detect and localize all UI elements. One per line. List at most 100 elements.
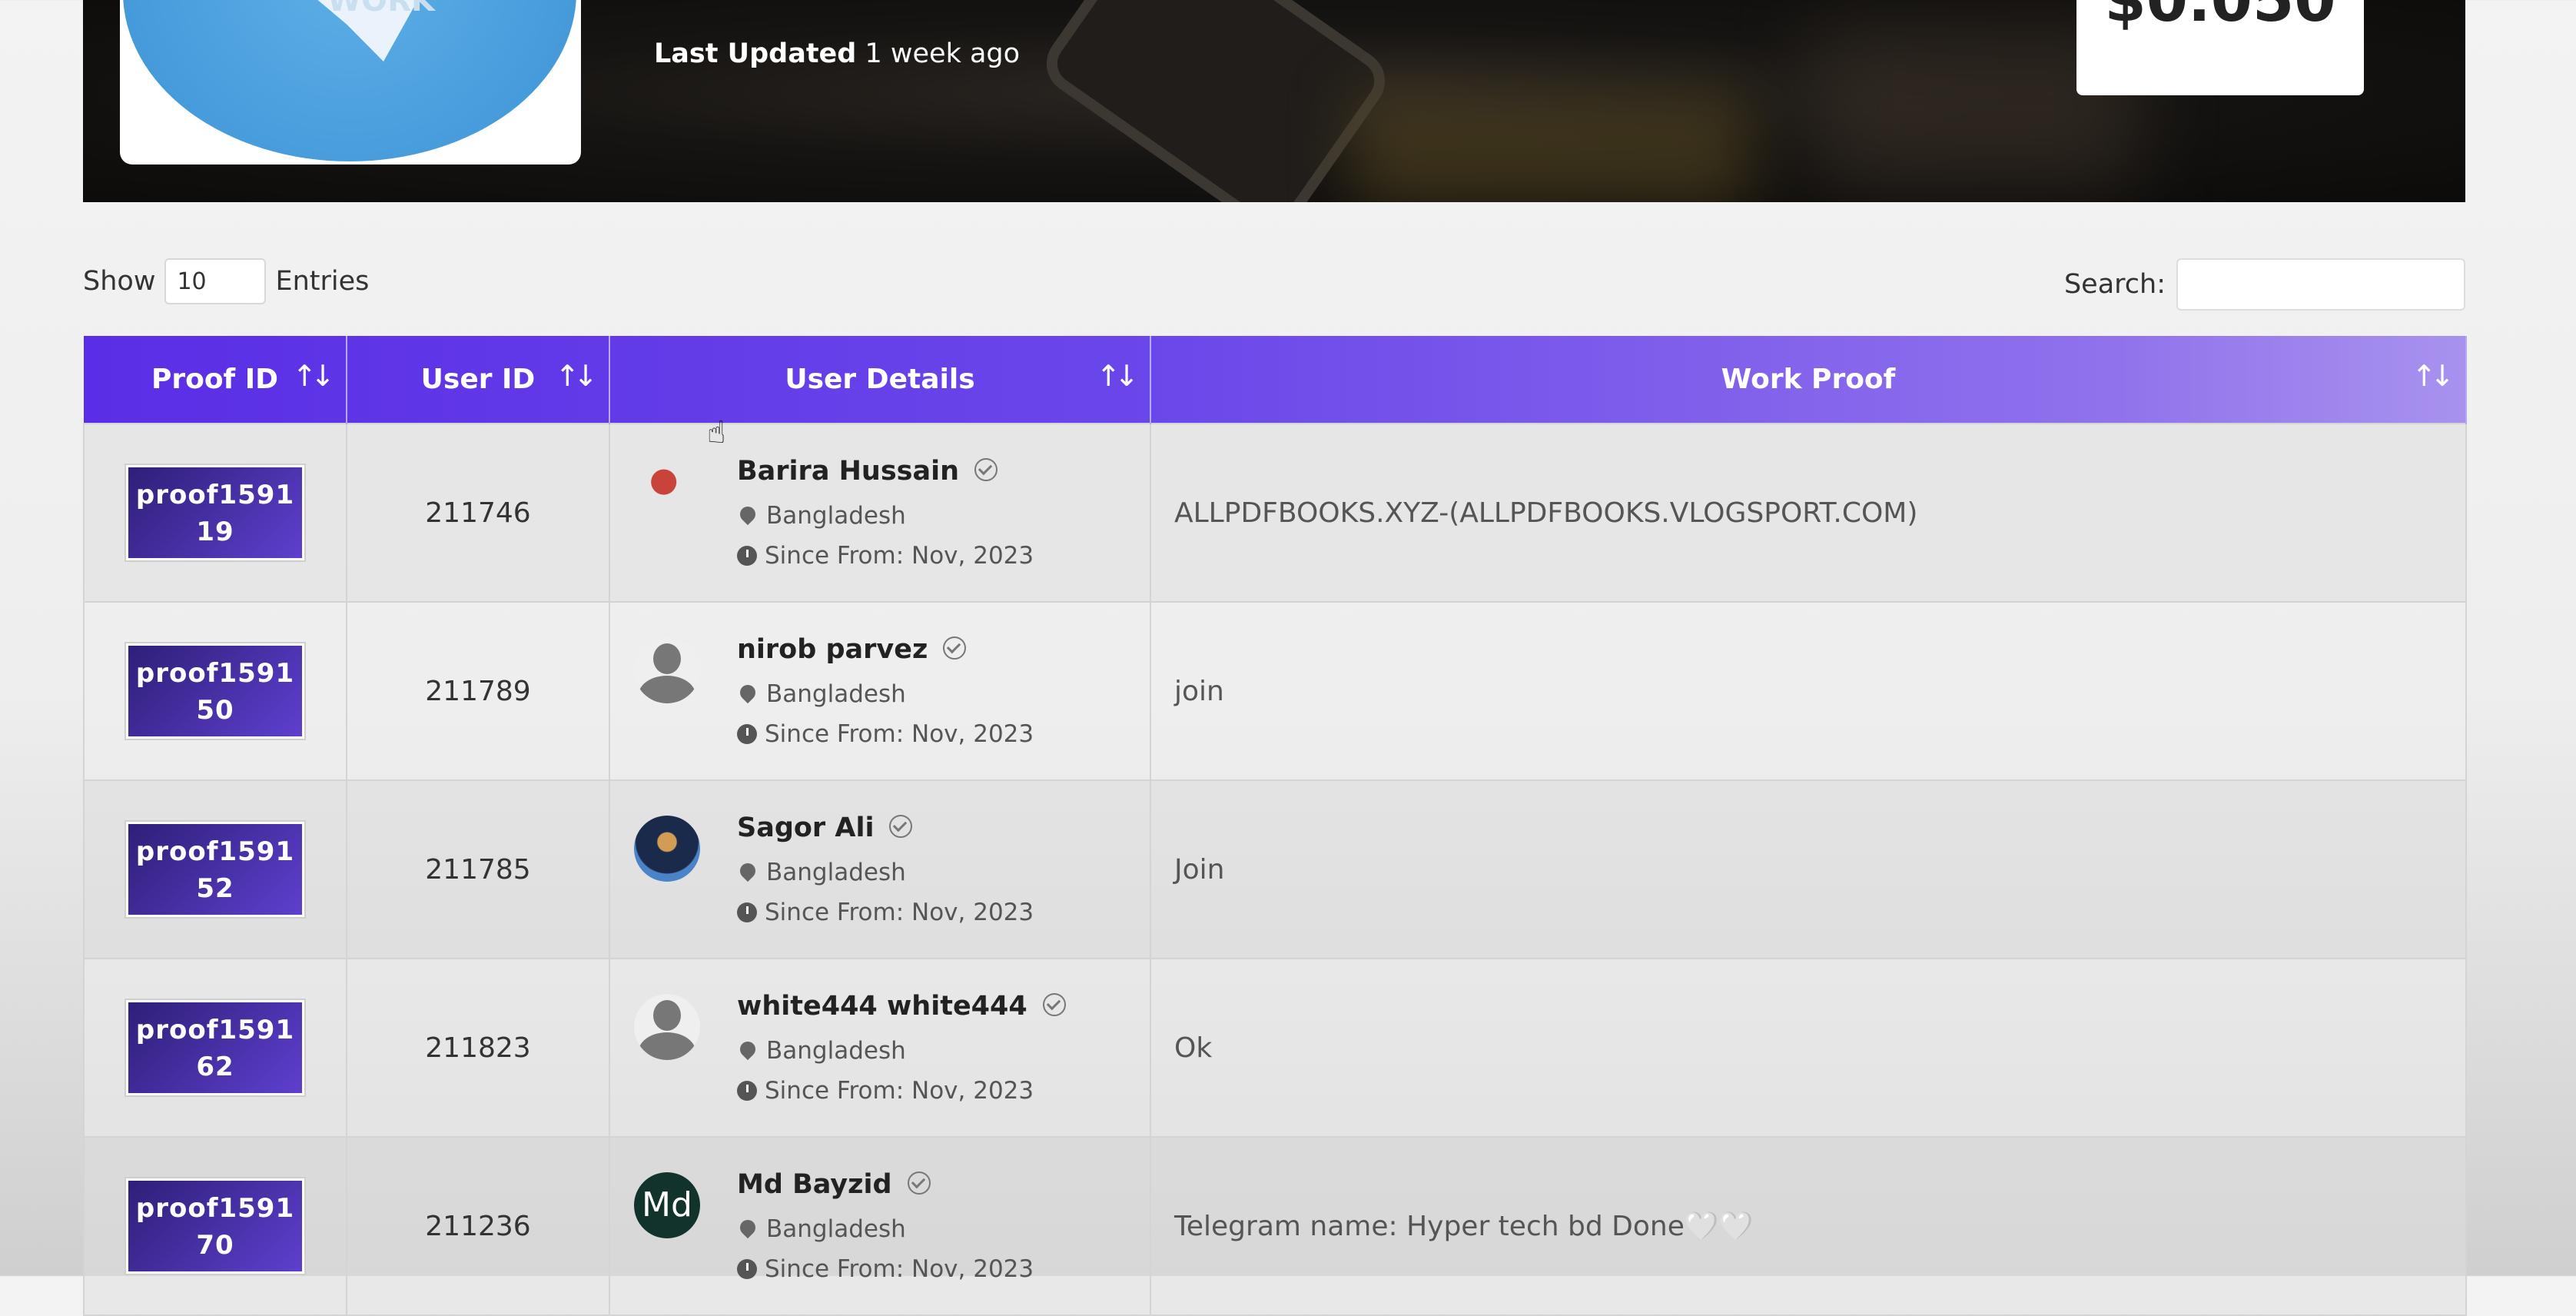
table-row: proof159119 211746 Barira Hussain Banglades… xyxy=(83,423,2467,603)
banner-phone-image xyxy=(1034,0,1397,202)
avatar xyxy=(634,459,700,525)
hand-cursor-icon: ☝ xyxy=(707,415,726,450)
verified-icon xyxy=(1042,993,1066,1016)
user-name[interactable]: Md Bayzid xyxy=(737,1169,892,1200)
since-text: Since From: Nov, 2023 xyxy=(765,542,1034,570)
proof-id-badge[interactable]: proof159152 xyxy=(126,822,304,917)
sort-icon[interactable]: ↑↓ xyxy=(1096,359,1139,393)
verified-icon xyxy=(889,815,913,838)
since-text: Since From: Nov, 2023 xyxy=(765,899,1034,926)
work-proof-cell: join xyxy=(1150,601,2467,781)
proof-id-badge[interactable]: proof159150 xyxy=(126,643,304,739)
entries-length-input[interactable] xyxy=(164,258,267,304)
work-proof-cell: Ok xyxy=(1150,958,2467,1138)
proof-id-badge[interactable]: proof159119 xyxy=(126,465,304,560)
location-pin-icon xyxy=(736,859,759,882)
user-location: Bangladesh xyxy=(736,502,906,530)
proof-id-cell: proof159162 xyxy=(83,958,347,1138)
user-location: Bangladesh xyxy=(736,859,906,886)
column-header-user-details[interactable]: User Details ↑↓ xyxy=(609,336,1151,424)
table-row: proof159150 211789 nirob parvez Bangladesh S… xyxy=(83,601,2467,781)
user-name-line: Sagor Ali xyxy=(737,813,913,843)
work-proof-cell: Join xyxy=(1150,779,2467,959)
last-updated-label: Last Updated xyxy=(654,38,857,69)
since-text: Since From: Nov, 2023 xyxy=(765,720,1034,748)
user-id-cell: 211823 xyxy=(346,958,610,1138)
user-details-cell: Sagor Ali Bangladesh Since From: Nov, 2023 xyxy=(609,779,1151,959)
user-name-line: Barira Hussain xyxy=(737,456,998,487)
user-id-cell: 211789 xyxy=(346,601,610,781)
sort-icon[interactable]: ↑↓ xyxy=(292,359,335,393)
location-pin-icon xyxy=(736,1038,759,1061)
clock-icon xyxy=(737,1259,757,1279)
proof-id-badge[interactable]: proof159162 xyxy=(126,1000,304,1095)
work-proof-cell: Telegram name: Hyper tech bd Done🤍🤍 xyxy=(1150,1136,2467,1316)
user-location: Bangladesh xyxy=(736,680,906,708)
avatar xyxy=(634,994,700,1060)
column-label: Proof ID xyxy=(151,364,279,395)
sort-icon[interactable]: ↑↓ xyxy=(555,359,598,393)
proof-id-cell: proof159119 xyxy=(83,423,347,603)
avatar xyxy=(634,637,700,703)
user-id-cell: 211746 xyxy=(346,423,610,603)
clock-icon xyxy=(737,724,757,744)
verified-icon xyxy=(943,636,967,660)
user-name[interactable]: nirob parvez xyxy=(737,634,928,665)
user-since: Since From: Nov, 2023 xyxy=(737,1255,1034,1283)
entries-length-control: Show Entries xyxy=(83,258,369,304)
user-location: Bangladesh xyxy=(736,1037,906,1065)
proof-id-cell: proof159150 xyxy=(83,601,347,781)
proof-id-badge[interactable]: proof159170 xyxy=(126,1178,304,1274)
column-header-proof-id[interactable]: Proof ID ↑↓ xyxy=(84,336,347,424)
user-id-cell: 211236 xyxy=(346,1136,610,1316)
user-name[interactable]: white444 white444 xyxy=(737,991,1027,1022)
avatar: Md xyxy=(634,1172,700,1238)
show-label: Show xyxy=(83,266,156,297)
table-search: Search: xyxy=(2064,258,2465,311)
proofs-table: Proof ID ↑↓ User ID ↑↓ User Details ↑↓ Work… xyxy=(83,336,2467,1316)
location-text: Bangladesh xyxy=(766,1215,906,1243)
user-since: Since From: Nov, 2023 xyxy=(737,1077,1034,1105)
price-card: $0.050 xyxy=(2076,0,2364,95)
search-input[interactable] xyxy=(2176,258,2465,311)
avatar xyxy=(634,816,700,882)
table-header-row: Proof ID ↑↓ User ID ↑↓ User Details ↑↓ Work… xyxy=(84,336,2467,424)
table-row: proof159170 211236 Md Md Bayzid Bangladesh Si… xyxy=(83,1136,2467,1316)
user-id-cell: 211785 xyxy=(346,779,610,959)
user-location: Bangladesh xyxy=(736,1215,906,1243)
user-since: Since From: Nov, 2023 xyxy=(737,899,1034,926)
column-label: User ID xyxy=(420,364,536,395)
logo-text: WORK xyxy=(327,0,435,18)
column-label: Work Proof xyxy=(1721,364,1896,395)
user-details-cell: white444 white444 Bangladesh Since From: N… xyxy=(609,958,1151,1138)
verified-icon xyxy=(907,1171,931,1195)
user-since: Since From: Nov, 2023 xyxy=(737,542,1034,570)
user-name-line: Md Bayzid xyxy=(737,1169,931,1200)
location-pin-icon xyxy=(736,1216,759,1239)
location-pin-icon xyxy=(736,681,759,704)
column-header-work-proof[interactable]: Work Proof ↑↓ xyxy=(1150,336,2467,424)
column-label: User Details xyxy=(785,364,975,395)
column-header-user-id[interactable]: User ID ↑↓ xyxy=(347,336,610,424)
location-text: Bangladesh xyxy=(766,859,906,886)
table-row: proof159162 211823 white444 white444 Bangla… xyxy=(83,958,2467,1138)
proof-id-cell: proof159170 xyxy=(83,1136,347,1316)
table-row: proof159152 211785 Sagor Ali Bangladesh Sinc… xyxy=(83,779,2467,959)
location-pin-icon xyxy=(736,503,759,526)
user-details-cell: nirob parvez Bangladesh Since From: Nov, 2… xyxy=(609,601,1151,781)
clock-icon xyxy=(737,1081,757,1101)
location-text: Bangladesh xyxy=(766,502,906,530)
user-name[interactable]: Barira Hussain xyxy=(737,456,959,487)
last-updated: Last Updated 1 week ago xyxy=(654,38,1020,69)
location-text: Bangladesh xyxy=(766,680,906,708)
user-name[interactable]: Sagor Ali xyxy=(737,813,874,843)
work-proof-cell: ALLPDFBOOKS.XYZ-(ALLPDFBOOKS.VLOGSPORT.C… xyxy=(1150,423,2467,603)
user-details-cell: Barira Hussain Bangladesh Since From: Nov,… xyxy=(609,423,1151,603)
user-name-line: white444 white444 xyxy=(737,991,1066,1022)
sort-icon[interactable]: ↑↓ xyxy=(2412,359,2455,393)
since-text: Since From: Nov, 2023 xyxy=(765,1255,1034,1283)
last-updated-value: 1 week ago xyxy=(865,38,1021,69)
user-name-line: nirob parvez xyxy=(737,634,967,665)
search-label: Search: xyxy=(2063,269,2166,300)
location-text: Bangladesh xyxy=(766,1037,906,1065)
